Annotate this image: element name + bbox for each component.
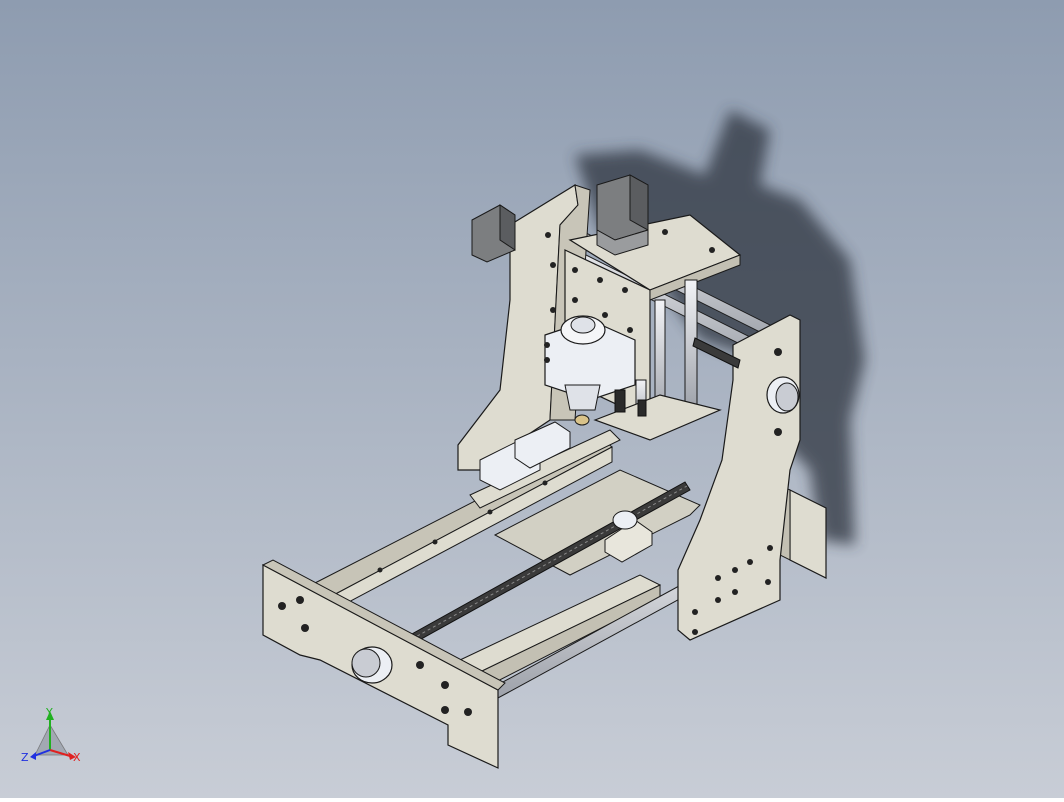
cad-model-scene[interactable]: Y X Z [0, 0, 1064, 798]
y-axis-label: Y [45, 706, 53, 719]
z-axis-label: Z [21, 751, 29, 764]
cad-viewport[interactable]: Y X Z [0, 0, 1064, 798]
x-axis-label: X [73, 751, 81, 764]
z-stepper-motor [596, 174, 649, 256]
